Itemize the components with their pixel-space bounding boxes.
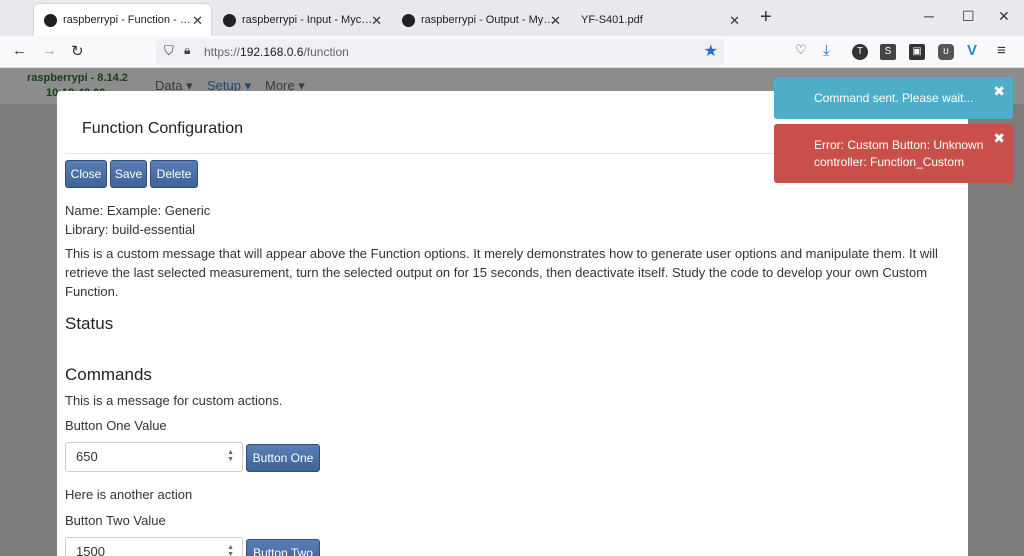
url-path: /function	[303, 45, 349, 59]
new-tab-icon[interactable]: +	[760, 6, 772, 29]
button-two-value-input[interactable]: 1500 ▲ ▼	[65, 537, 243, 556]
extension-v-icon[interactable]: V	[967, 42, 977, 59]
forward-icon[interactable]: →	[42, 42, 57, 59]
close-tab-icon[interactable]: ✕	[192, 13, 203, 29]
tab-function[interactable]: raspberrypi - Function - Mycodo ✕	[34, 4, 211, 36]
tab-title: raspberrypi - Function - Mycodo	[63, 14, 197, 26]
extension-s-icon[interactable]: S	[880, 44, 896, 60]
mycodo-favicon-icon	[44, 13, 57, 27]
bookmark-star-icon[interactable]: ★	[704, 41, 718, 61]
pocket-icon[interactable]: ♡	[795, 42, 807, 58]
button-one-value-input[interactable]: 650 ▲ ▼	[65, 442, 243, 472]
minimize-icon[interactable]: ─	[924, 8, 934, 24]
close-tab-icon[interactable]: ✕	[550, 13, 561, 29]
modal-title: Function Configuration	[82, 120, 243, 137]
button-two-value: 1500	[76, 544, 105, 556]
tracking-shield-icon[interactable]: ⛉	[164, 43, 174, 59]
error-toast[interactable]: Error: Custom Button: Unknown controller…	[774, 124, 1013, 183]
extension-t-icon[interactable]: T	[852, 44, 868, 60]
error-toast-message: Error: Custom Button: Unknown controller…	[814, 138, 984, 169]
mycodo-favicon-icon	[223, 13, 236, 27]
tab-pdf[interactable]: YF-S401.pdf ✕	[571, 4, 748, 36]
maximize-icon[interactable]: ☐	[962, 8, 975, 25]
commands-message: This is a message for custom actions.	[65, 393, 283, 408]
button-two-label: Button Two Value	[65, 513, 166, 528]
commands-heading: Commands	[65, 365, 152, 384]
info-toast[interactable]: Command sent. Please wait... ✖	[774, 77, 1013, 119]
button-one[interactable]: Button One	[246, 444, 320, 472]
download-icon[interactable]: ⤓	[823, 42, 830, 59]
close-button[interactable]: Close	[65, 160, 107, 188]
connection-lock-icon[interactable]: 🔒︎	[184, 43, 190, 58]
tab-output[interactable]: raspberrypi - Output - Mycodo ✕	[392, 4, 569, 36]
tab-title: raspberrypi - Output - Mycodo	[421, 14, 555, 26]
ublock-icon[interactable]: ʊ	[938, 44, 954, 60]
close-toast-icon[interactable]: ✖	[993, 83, 1005, 100]
function-library: Library: build-essential	[65, 222, 196, 237]
tab-title: YF-S401.pdf	[581, 14, 643, 26]
number-spinner-icon[interactable]: ▲ ▼	[227, 449, 234, 463]
status-heading: Status	[65, 314, 114, 333]
browser-tab-bar: raspberrypi - Function - Mycodo ✕ raspbe…	[0, 0, 1024, 36]
button-one-label: Button One Value	[65, 418, 167, 433]
delete-button[interactable]: Delete	[150, 160, 198, 188]
url-bar[interactable]: ⛉ 🔒︎ https://192.168.0.6/function ★	[156, 39, 724, 65]
another-action-text: Here is another action	[65, 487, 193, 502]
button-one-value: 650	[76, 449, 98, 464]
menu-hamburger-icon[interactable]: ≡	[997, 42, 1006, 59]
button-two[interactable]: Button Two	[246, 539, 320, 556]
close-tab-icon[interactable]: ✕	[729, 13, 740, 29]
reload-icon[interactable]: ↻	[71, 42, 84, 60]
browser-nav-bar: ← → ↻ ⛉ 🔒︎ https://192.168.0.6/function …	[0, 36, 1024, 68]
save-button[interactable]: Save	[110, 160, 147, 188]
url-host: 192.168.0.6	[240, 45, 304, 59]
tab-input[interactable]: raspberrypi - Input - Mycodo 8 ✕	[213, 4, 390, 36]
extension-tab-icon[interactable]: ▣	[909, 44, 925, 60]
number-spinner-icon[interactable]: ▲ ▼	[227, 544, 234, 556]
close-window-icon[interactable]: ✕	[998, 8, 1010, 25]
close-toast-icon[interactable]: ✖	[993, 130, 1005, 147]
function-name: Name: Example: Generic	[65, 203, 211, 218]
back-icon[interactable]: ←	[12, 42, 27, 59]
function-description: This is a custom message that will appea…	[65, 246, 938, 299]
close-tab-icon[interactable]: ✕	[371, 13, 382, 29]
url-scheme: https://	[204, 45, 241, 59]
info-toast-message: Command sent. Please wait...	[814, 91, 974, 105]
tab-title: raspberrypi - Input - Mycodo 8	[242, 14, 376, 26]
mycodo-favicon-icon	[402, 13, 415, 27]
